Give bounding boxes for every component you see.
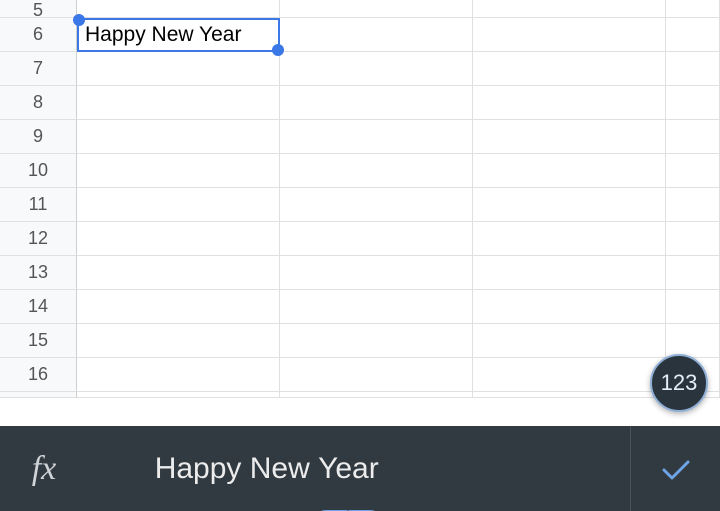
cell-partial-C[interactable] — [473, 392, 666, 398]
cell-C15[interactable] — [473, 324, 666, 358]
row-header-6[interactable]: 6 — [0, 18, 77, 52]
fx-icon[interactable]: fx — [0, 426, 88, 511]
row-header-8[interactable]: 8 — [0, 86, 77, 120]
row-header-10[interactable]: 10 — [0, 154, 77, 188]
row-15[interactable]: 15 — [0, 324, 720, 358]
row-7[interactable]: 7 — [0, 52, 720, 86]
row-partial[interactable] — [0, 392, 720, 398]
cell-B12[interactable] — [280, 222, 473, 256]
cell-D5[interactable] — [666, 0, 720, 18]
checkmark-icon — [656, 449, 696, 489]
cell-D14[interactable] — [666, 290, 720, 324]
formula-text-selected: Year — [318, 452, 379, 485]
confirm-button[interactable] — [630, 426, 720, 511]
cell-A13[interactable] — [77, 256, 280, 290]
cell-B13[interactable] — [280, 256, 473, 290]
cell-A9[interactable] — [77, 120, 280, 154]
cell-B15[interactable] — [280, 324, 473, 358]
cell-C12[interactable] — [473, 222, 666, 256]
cell-C10[interactable] — [473, 154, 666, 188]
cell-D8[interactable] — [666, 86, 720, 120]
row-header-partial[interactable] — [0, 392, 77, 398]
cell-A5[interactable] — [77, 0, 280, 18]
cell-A6[interactable] — [77, 18, 280, 52]
cell-B7[interactable] — [280, 52, 473, 86]
row-header-12[interactable]: 12 — [0, 222, 77, 256]
row-14[interactable]: 14 — [0, 290, 720, 324]
cell-D12[interactable] — [666, 222, 720, 256]
cell-C16[interactable] — [473, 358, 666, 392]
cell-C9[interactable] — [473, 120, 666, 154]
cell-A14[interactable] — [77, 290, 280, 324]
cell-C5[interactable] — [473, 0, 666, 18]
cell-C14[interactable] — [473, 290, 666, 324]
row-header-5[interactable]: 5 — [0, 0, 77, 18]
spreadsheet-grid[interactable]: 5 6 7 8 9 — [0, 0, 720, 426]
row-header-14[interactable]: 14 — [0, 290, 77, 324]
cell-A12[interactable] — [77, 222, 280, 256]
cell-A10[interactable] — [77, 154, 280, 188]
row-11[interactable]: 11 — [0, 188, 720, 222]
numeric-keypad-label: 123 — [661, 370, 698, 396]
row-header-7[interactable]: 7 — [0, 52, 77, 86]
cell-D6[interactable] — [666, 18, 720, 52]
cell-D10[interactable] — [666, 154, 720, 188]
cell-D9[interactable] — [666, 120, 720, 154]
cell-A16[interactable] — [77, 358, 280, 392]
cell-C11[interactable] — [473, 188, 666, 222]
row-8[interactable]: 8 — [0, 86, 720, 120]
formula-input[interactable]: Happy New Year — [88, 426, 630, 511]
row-9[interactable]: 9 — [0, 120, 720, 154]
row-10[interactable]: 10 — [0, 154, 720, 188]
cell-B11[interactable] — [280, 188, 473, 222]
cell-A8[interactable] — [77, 86, 280, 120]
formula-text-prefix: Happy New — [155, 452, 318, 485]
cell-C13[interactable] — [473, 256, 666, 290]
cell-B8[interactable] — [280, 86, 473, 120]
cell-B6[interactable] — [280, 18, 473, 52]
formula-bar: fx Happy New Year — [0, 426, 720, 511]
cell-partial-A[interactable] — [77, 392, 280, 398]
row-16[interactable]: 16 — [0, 358, 720, 392]
cell-B9[interactable] — [280, 120, 473, 154]
cell-D13[interactable] — [666, 256, 720, 290]
row-13[interactable]: 13 — [0, 256, 720, 290]
cell-B16[interactable] — [280, 358, 473, 392]
cell-partial-B[interactable] — [280, 392, 473, 398]
row-header-16[interactable]: 16 — [0, 358, 77, 392]
row-12[interactable]: 12 — [0, 222, 720, 256]
cell-C7[interactable] — [473, 52, 666, 86]
cell-A7[interactable] — [77, 52, 280, 86]
cell-B14[interactable] — [280, 290, 473, 324]
formula-text: Happy New Year — [88, 418, 379, 511]
cell-D7[interactable] — [666, 52, 720, 86]
cell-B5[interactable] — [280, 0, 473, 18]
row-header-15[interactable]: 15 — [0, 324, 77, 358]
cell-C8[interactable] — [473, 86, 666, 120]
cell-D15[interactable] — [666, 324, 720, 358]
cell-B10[interactable] — [280, 154, 473, 188]
row-header-13[interactable]: 13 — [0, 256, 77, 290]
row-header-11[interactable]: 11 — [0, 188, 77, 222]
cell-A11[interactable] — [77, 188, 280, 222]
cell-D11[interactable] — [666, 188, 720, 222]
numeric-keypad-button[interactable]: 123 — [650, 354, 708, 412]
row-5[interactable]: 5 — [0, 0, 720, 18]
row-6[interactable]: 6 — [0, 18, 720, 52]
cell-C6[interactable] — [473, 18, 666, 52]
row-header-9[interactable]: 9 — [0, 120, 77, 154]
cell-A15[interactable] — [77, 324, 280, 358]
